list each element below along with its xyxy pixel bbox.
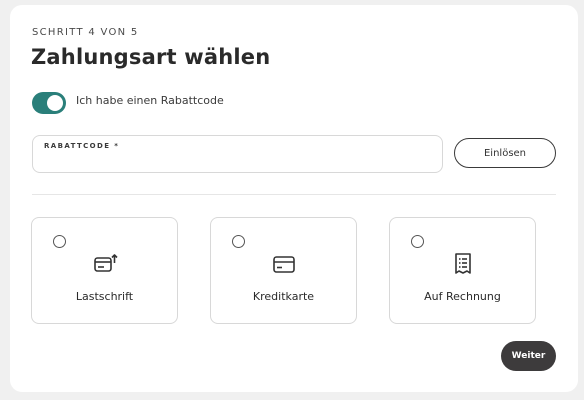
credit-card-icon [272, 256, 295, 273]
radio-kreditkarte[interactable] [232, 235, 245, 248]
toggle-knob [47, 95, 63, 111]
divider [32, 194, 556, 195]
radio-auf-rechnung[interactable] [411, 235, 424, 248]
discount-code-toggle[interactable] [32, 92, 66, 114]
step-indicator: SCHRITT 4 VON 5 [32, 27, 139, 38]
discount-code-label: RABATTCODE * [44, 142, 120, 150]
payment-option-auf-rechnung[interactable]: Auf Rechnung [389, 217, 536, 324]
direct-debit-icon [93, 254, 118, 272]
page-title: Zahlungsart wählen [31, 45, 271, 69]
invoice-icon [454, 253, 471, 274]
discount-toggle-label: Ich habe einen Rabattcode [76, 94, 224, 107]
payment-step-card: SCHRITT 4 VON 5 Zahlungsart wählen Ich h… [10, 5, 578, 392]
redeem-button[interactable]: Einlösen [454, 138, 556, 168]
next-button[interactable]: Weiter [501, 341, 556, 371]
discount-code-input[interactable] [43, 152, 432, 170]
radio-lastschrift[interactable] [53, 235, 66, 248]
payment-option-label: Kreditkarte [252, 290, 315, 303]
payment-option-label: Auf Rechnung [424, 290, 501, 303]
discount-code-field[interactable]: RABATTCODE * [32, 135, 443, 173]
payment-option-kreditkarte[interactable]: Kreditkarte [210, 217, 357, 324]
payment-option-lastschrift[interactable]: Lastschrift [31, 217, 178, 324]
payment-option-label: Lastschrift [75, 290, 134, 303]
